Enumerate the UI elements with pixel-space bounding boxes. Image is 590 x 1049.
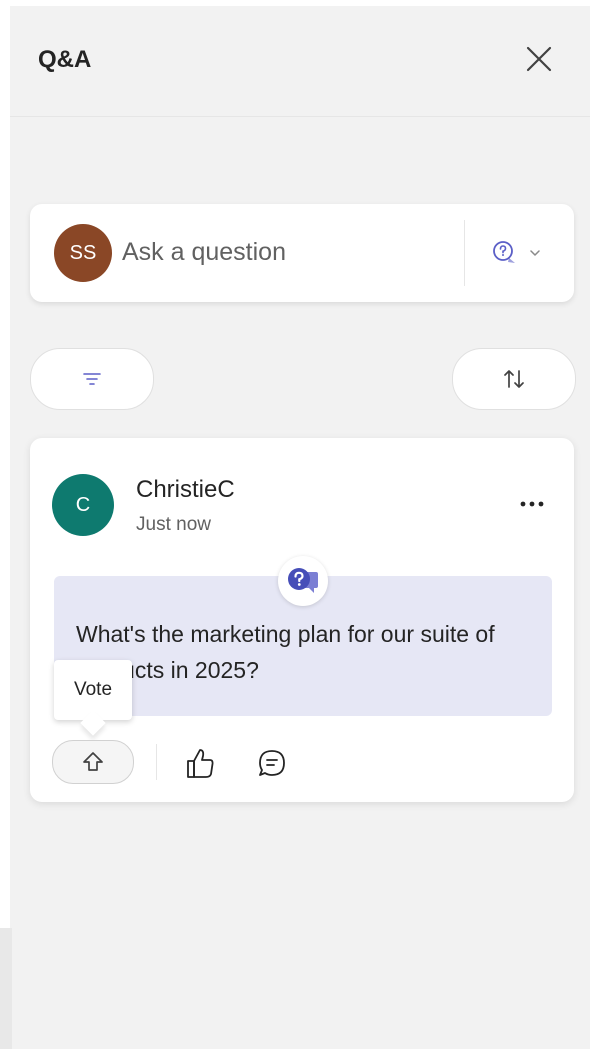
close-button[interactable]: [522, 42, 556, 76]
chevron-down-icon: [530, 250, 540, 257]
ask-question-card: SS: [30, 204, 574, 302]
divider: [464, 220, 465, 286]
filter-icon: [83, 373, 101, 385]
reply-icon: [259, 750, 285, 776]
panel-title: Q&A: [38, 46, 92, 73]
question-type-dropdown[interactable]: [490, 236, 554, 270]
question-card: C ChristieC Just now What's the marketin…: [30, 438, 574, 802]
more-icon: [520, 501, 544, 507]
sort-icon: [504, 370, 524, 388]
like-icon: [187, 749, 214, 778]
reply-button[interactable]: [252, 744, 292, 784]
like-button[interactable]: [180, 744, 220, 784]
divider: [156, 744, 157, 780]
close-icon: [526, 46, 552, 72]
filter-button[interactable]: [30, 348, 154, 410]
sort-button[interactable]: [452, 348, 576, 410]
background-fragment: [0, 928, 12, 1049]
question-badge: [278, 556, 328, 606]
question-text: What's the marketing plan for our suite …: [76, 621, 495, 683]
ask-question-input[interactable]: [122, 234, 452, 270]
author-avatar: C: [52, 474, 114, 536]
question-badge-icon: [288, 568, 318, 593]
qa-panel: Q&A SS Ask a question C ChristieC Just n…: [10, 6, 590, 1049]
more-options-button[interactable]: [514, 490, 550, 518]
panel-header: Q&A: [10, 6, 590, 117]
vote-button[interactable]: [52, 740, 134, 784]
question-bubble-icon: [493, 241, 515, 263]
author-name: ChristieC: [136, 476, 235, 503]
upvote-arrow-icon: [83, 752, 103, 771]
avatar: SS: [54, 224, 112, 282]
post-time: Just now: [136, 514, 211, 535]
